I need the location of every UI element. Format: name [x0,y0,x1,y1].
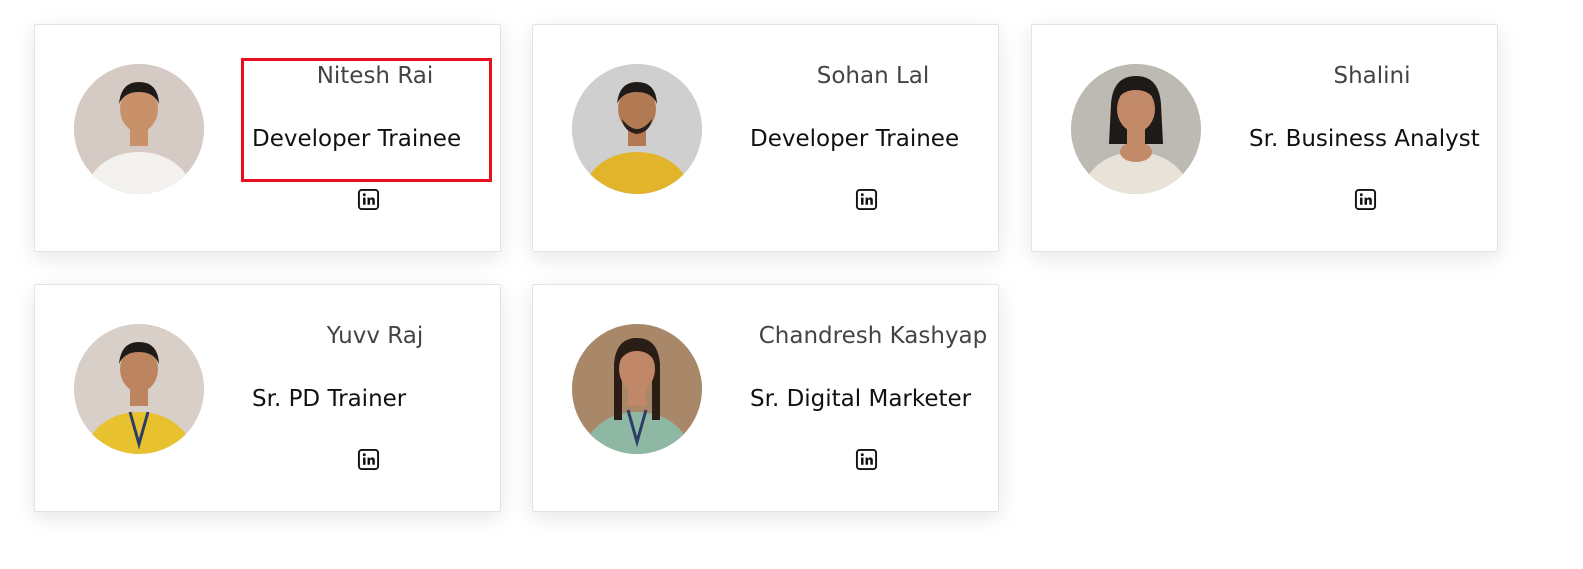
team-member-card: Yuvv Raj Sr. PD Trainer [34,284,501,512]
team-member-card: Chandresh Kashyap Sr. Digital Marketer [532,284,999,512]
linkedin-icon[interactable] [357,448,380,471]
member-name: Chandresh Kashyap [758,323,988,349]
member-role: Developer Trainee [750,126,960,152]
avatar [74,64,204,194]
linkedin-icon[interactable] [357,188,380,211]
member-name: Shalini [1333,63,1411,89]
avatar [572,324,702,454]
member-name: Nitesh Rai [316,63,434,89]
member-role: Sr. Business Analyst [1249,126,1480,152]
member-role: Sr. PD Trainer [252,386,407,412]
avatar [572,64,702,194]
member-role: Sr. Digital Marketer [750,386,972,412]
linkedin-icon[interactable] [855,188,878,211]
linkedin-icon[interactable] [1354,188,1377,211]
team-member-card: Shalini Sr. Business Analyst [1031,24,1498,252]
team-member-card: Sohan Lal Developer Trainee [532,24,999,252]
linkedin-icon[interactable] [855,448,878,471]
member-role: Developer Trainee [252,126,462,152]
avatar [74,324,204,454]
team-member-card: Nitesh Rai Developer Trainee [34,24,501,252]
member-name: Sohan Lal [816,63,930,89]
avatar [1071,64,1201,194]
member-name: Yuvv Raj [326,323,424,349]
